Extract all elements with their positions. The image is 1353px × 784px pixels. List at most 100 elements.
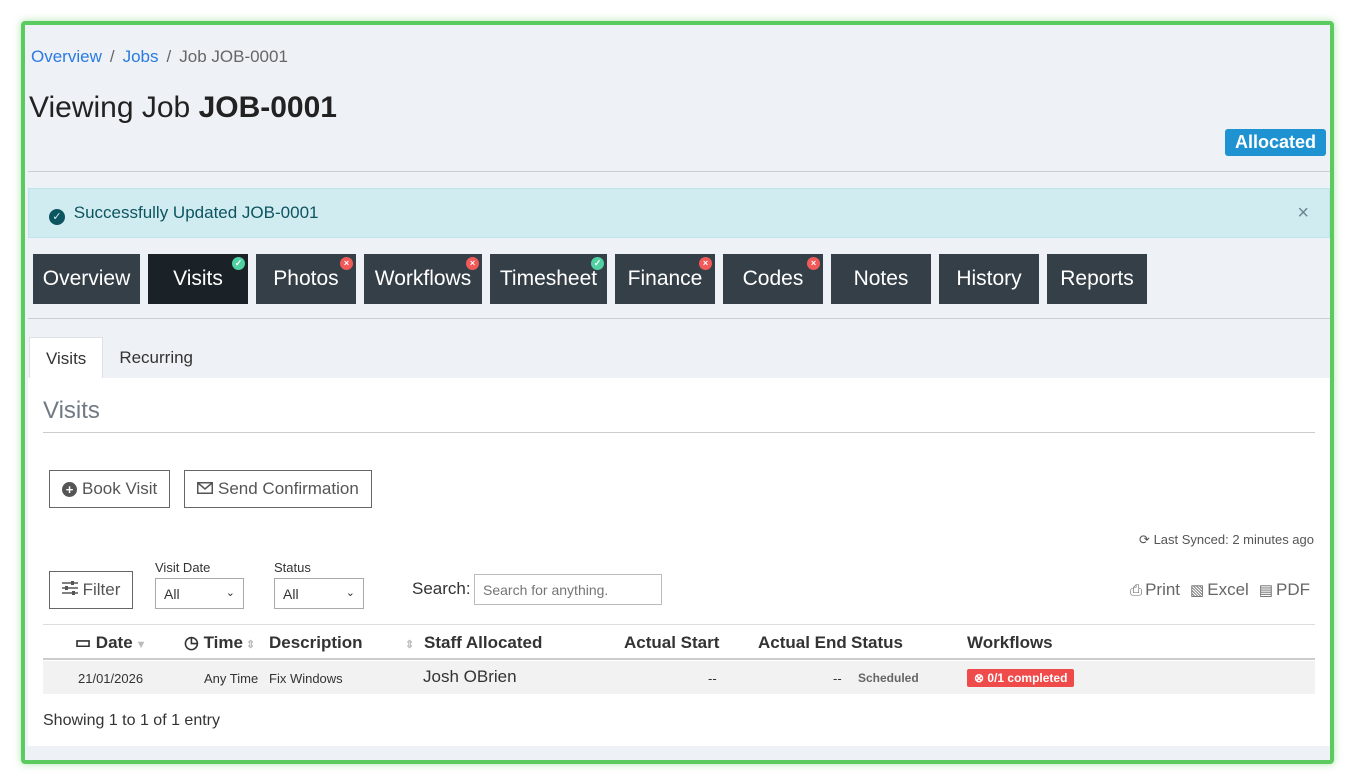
tab-label: Timesheet xyxy=(499,267,598,290)
cell-staff: Josh OBrien xyxy=(423,667,517,686)
workflow-badge[interactable]: ⊗ 0/1 completed xyxy=(967,669,1075,687)
col-staff-label: Staff Allocated xyxy=(424,633,543,652)
tab-codes[interactable]: Codes × xyxy=(723,254,823,304)
tab-finance[interactable]: Finance × xyxy=(615,254,715,304)
breadcrumb-overview[interactable]: Overview xyxy=(31,47,102,66)
col-date[interactable]: ▭ Date ▼ xyxy=(75,633,147,653)
status-select[interactable]: All ⌄ xyxy=(274,578,364,609)
col-actual-end[interactable]: Actual End xyxy=(758,633,847,653)
tab-notes[interactable]: Notes xyxy=(831,254,931,304)
col-staff-allocated[interactable]: Staff Allocated xyxy=(424,633,542,653)
last-synced-text: Last Synced: 2 minutes ago xyxy=(1153,532,1314,547)
sync-icon: ⟳ xyxy=(1139,532,1150,547)
status-badge: Allocated xyxy=(1224,129,1326,156)
section-title: Visits xyxy=(43,397,100,424)
tab-history[interactable]: History xyxy=(939,254,1039,304)
chevron-down-icon: ⌄ xyxy=(345,587,355,599)
col-workflows-label: Workflows xyxy=(967,633,1053,652)
filter-button[interactable]: Filter xyxy=(49,571,133,609)
tab-photos[interactable]: Photos × xyxy=(256,254,356,304)
tab-overview[interactable]: Overview xyxy=(33,254,140,304)
error-badge-icon: × xyxy=(699,257,712,270)
breadcrumb: Overview / Jobs / Job JOB-0001 xyxy=(31,47,288,67)
cell-actual-start: -- xyxy=(708,671,717,686)
tab-label: Visits xyxy=(173,267,223,290)
close-icon[interactable]: × xyxy=(1297,202,1309,225)
sort-icon: ⇕ xyxy=(405,639,415,651)
plus-circle-icon: + xyxy=(62,481,77,497)
tab-label: Reports xyxy=(1060,267,1134,290)
sort-icon: ⇕ xyxy=(245,639,256,651)
col-actual-start-label: Actual Start xyxy=(624,633,720,652)
tab-timesheet[interactable]: Timesheet ✓ xyxy=(490,254,607,304)
tab-reports[interactable]: Reports xyxy=(1047,254,1147,304)
print-button[interactable]: ⎙ Print xyxy=(1130,580,1180,600)
table-header: ▭ Date ▼ ◷ Time ⇕ Description ⇕ Staff Allo… xyxy=(43,624,1315,660)
last-synced: ⟳ Last Synced: 2 minutes ago xyxy=(1139,532,1314,548)
col-actual-end-label: Actual End xyxy=(758,633,847,652)
error-badge-icon: × xyxy=(340,257,353,270)
filter-label: Filter xyxy=(82,580,121,599)
tab-label: Photos xyxy=(273,267,339,290)
visit-date-value: All xyxy=(164,586,180,602)
send-confirmation-label: Send Confirmation xyxy=(218,479,359,498)
check-badge-icon: ✓ xyxy=(232,257,245,270)
excel-button[interactable]: ▧ Excel xyxy=(1190,580,1249,600)
divider xyxy=(28,171,1330,172)
x-circle-icon: ⊗ xyxy=(974,671,985,685)
error-badge-icon: × xyxy=(466,257,479,270)
breadcrumb-separator: / xyxy=(166,47,172,66)
visit-date-select[interactable]: All ⌄ xyxy=(155,578,244,609)
subtab-recurring[interactable]: Recurring xyxy=(103,337,209,379)
sliders-icon xyxy=(61,580,78,600)
tab-visits[interactable]: Visits ✓ xyxy=(148,254,248,304)
excel-label: Excel xyxy=(1207,580,1249,599)
breadcrumb-separator: / xyxy=(109,47,115,66)
printer-icon: ⎙ xyxy=(1130,582,1143,599)
excel-file-icon: ▧ xyxy=(1190,582,1205,599)
print-label: Print xyxy=(1145,580,1181,599)
success-alert: ✓ Successfully Updated JOB-0001 × xyxy=(28,188,1330,238)
tab-label: Finance xyxy=(627,267,703,290)
status-label: Status xyxy=(274,560,311,575)
col-status[interactable]: Status xyxy=(851,633,903,653)
page-content: Overview / Jobs / Job JOB-0001 Viewing Job J… xyxy=(28,25,1330,760)
subtab-visits[interactable]: Visits xyxy=(29,337,104,379)
book-visit-label: Book Visit xyxy=(82,479,158,498)
table-info: Showing 1 to 1 of 1 entry xyxy=(43,712,220,729)
visit-date-label: Visit Date xyxy=(155,560,211,575)
divider xyxy=(43,432,1315,433)
job-tabs: Overview Visits ✓ Photos × Workflows × Time… xyxy=(33,254,1155,304)
search-label: Search: xyxy=(412,579,471,598)
col-time[interactable]: ◷ Time ⇕ xyxy=(184,633,255,653)
table-row[interactable]: 21/01/2026 Any Time Fix Windows Josh OBr… xyxy=(43,661,1315,694)
tab-label: Workflows xyxy=(374,267,472,290)
error-badge-icon: × xyxy=(807,257,820,270)
col-actual-start[interactable]: Actual Start xyxy=(624,633,719,653)
workflow-badge-text: 0/1 completed xyxy=(987,671,1068,685)
status-value: All xyxy=(283,586,299,602)
chevron-down-icon: ⌄ xyxy=(225,587,235,599)
cell-description: Fix Windows xyxy=(269,671,343,686)
col-description[interactable]: Description xyxy=(269,633,363,653)
breadcrumb-jobs[interactable]: Jobs xyxy=(123,47,159,66)
app-frame: Overview / Jobs / Job JOB-0001 Viewing Job J… xyxy=(21,21,1334,764)
divider xyxy=(28,318,1330,319)
col-workflows[interactable]: Workflows xyxy=(967,633,1053,653)
check-circle-icon: ✓ xyxy=(49,209,65,225)
send-confirmation-button[interactable]: Send Confirmation xyxy=(184,470,372,508)
cell-date: 21/01/2026 xyxy=(78,671,144,686)
envelope-icon xyxy=(197,479,213,499)
alert-text: Successfully Updated JOB-0001 xyxy=(73,203,319,222)
cell-time: Any Time xyxy=(204,671,259,686)
tab-label: Overview xyxy=(42,267,131,290)
col-status-label: Status xyxy=(851,633,903,652)
search-input[interactable] xyxy=(474,574,662,605)
sort-icon: ▼ xyxy=(135,639,147,651)
book-visit-button[interactable]: + Book Visit xyxy=(49,470,171,508)
visits-panel: Visits + Book Visit Send Confirmation ⟳ L… xyxy=(28,378,1330,746)
tab-workflows[interactable]: Workflows × xyxy=(364,254,482,304)
pdf-button[interactable]: ▤ PDF xyxy=(1259,580,1310,600)
tab-label: History xyxy=(956,267,1022,290)
col-description-label: Description xyxy=(269,633,363,652)
